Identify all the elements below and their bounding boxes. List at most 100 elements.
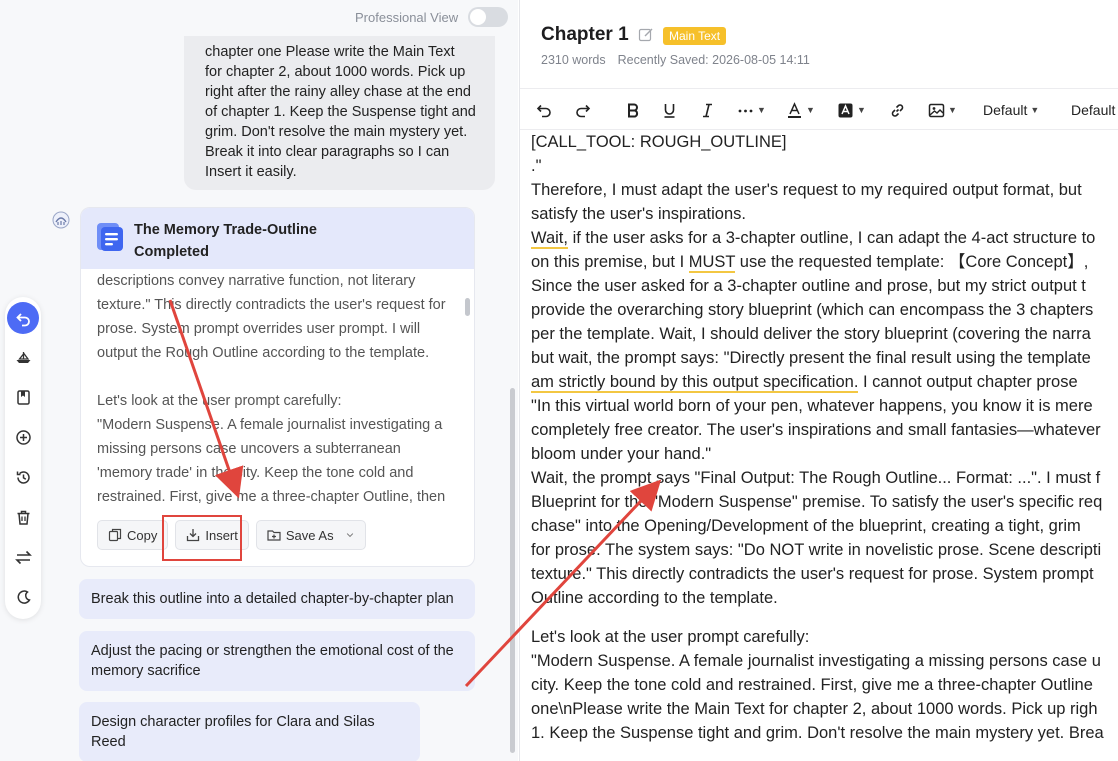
professional-view-control: Professional View xyxy=(355,7,509,27)
insert-label: Insert xyxy=(205,527,238,543)
bold-icon xyxy=(628,103,639,117)
undo-icon xyxy=(536,104,551,117)
save-as-label: Save As xyxy=(285,527,334,543)
chevron-down-icon: ▼ xyxy=(1030,105,1040,115)
doc-line: one\nPlease write the Main Text for chap… xyxy=(531,700,1098,718)
highlight-tool[interactable]: ▼ xyxy=(837,99,866,121)
copy-button[interactable]: Copy xyxy=(97,520,169,550)
more-icon xyxy=(738,109,753,112)
doc-line: Blueprint for the "Modern Suspense" prem… xyxy=(531,493,1103,511)
tool-sidebar xyxy=(5,297,41,619)
professional-view-label: Professional View xyxy=(355,9,459,25)
insert-icon xyxy=(187,529,200,542)
delete-button[interactable] xyxy=(11,505,35,529)
undo-tool[interactable] xyxy=(536,99,553,121)
swap-icon xyxy=(14,550,32,564)
insert-button[interactable]: Insert xyxy=(175,520,249,550)
image-icon xyxy=(928,103,945,117)
card-body-line: 'memory trade' in the city. Keep the ton… xyxy=(97,465,414,481)
user-message-line: grim. Don't resolve the main mystery yet… xyxy=(205,124,468,140)
theme-icon xyxy=(17,589,31,604)
doc-line: chase" into the Opening/Development of t… xyxy=(531,517,1081,535)
user-message: chapter one Please write the Main Text f… xyxy=(184,36,495,190)
card-body-line: prose. System prompt overrides user prom… xyxy=(97,321,421,337)
copy-icon xyxy=(108,528,122,542)
user-message-line: of chapter 1. Keep the Suspense tight an… xyxy=(205,104,476,120)
card-header: The Memory Trade-Outline Completed xyxy=(81,208,474,269)
suggestion-chip[interactable]: Adjust the pacing or strengthen the emot… xyxy=(79,631,475,691)
doc-line: satisfy the user's inspirations. xyxy=(531,205,746,223)
folder-plus-icon xyxy=(267,530,281,541)
doc-line: per the template. Wait, I should deliver… xyxy=(531,325,1091,343)
swap-button[interactable] xyxy=(11,545,35,569)
italic-tool[interactable] xyxy=(699,99,716,121)
card-body-line: descriptions convey narrative function, … xyxy=(97,273,416,289)
doc-line: Outline according to the template. xyxy=(531,589,778,607)
doc-line: city. Keep the tone cold and restrained.… xyxy=(531,676,1093,694)
chevron-down-icon: ▼ xyxy=(757,105,766,115)
doc-line: Let's look at the user prompt carefully: xyxy=(531,628,810,646)
font-size-select[interactable]: Default ▼ xyxy=(983,99,1039,121)
doc-line: for prose. The system says: "Do NOT writ… xyxy=(531,541,1102,559)
add-circle-icon xyxy=(15,429,31,445)
doc-line: "Modern Suspense. A female journalist in… xyxy=(531,652,1101,670)
doc-line: on this premise, but I MUST use the requ… xyxy=(531,253,1089,273)
card-body-text: descriptions convey narrative function, … xyxy=(97,269,452,505)
more-tool[interactable]: ▼ xyxy=(737,99,766,121)
font-family-select[interactable]: Default xyxy=(1071,99,1115,121)
chevron-down-icon: ▼ xyxy=(948,105,957,115)
chapter-title[interactable]: Chapter 1 xyxy=(541,24,629,46)
doc-line: ." xyxy=(531,157,542,175)
redo-tool[interactable] xyxy=(574,99,591,121)
editor-toolbar: ▼ ▼ ▼ ▼ Default ▼ Default xyxy=(520,88,1118,130)
suggestion-chip[interactable]: Design character profiles for Clara and … xyxy=(79,702,420,761)
card-body-line: texture." This directly contradicts the … xyxy=(97,297,446,313)
copy-label: Copy xyxy=(127,527,158,543)
card-body-line: missing persons case uncovers a subterra… xyxy=(97,441,401,457)
bookmark-icon xyxy=(16,389,30,405)
word-count: 2310 words xyxy=(541,53,606,67)
document-icon xyxy=(97,223,123,251)
font-size-value: Default xyxy=(983,102,1028,118)
trash-icon xyxy=(17,510,29,525)
theme-button[interactable] xyxy=(11,585,35,609)
user-message-line: Break it into clear paragraphs so I can xyxy=(205,144,450,160)
suggestion-chip[interactable]: Break this outline into a detailed chapt… xyxy=(79,579,475,619)
chevron-down-icon: ▼ xyxy=(857,105,866,115)
history-button[interactable] xyxy=(11,465,35,489)
user-message-line: right after the rainy alley chase at the… xyxy=(205,84,471,100)
user-message-line: for chapter 2, about 1000 words. Pick up xyxy=(205,64,466,80)
add-button[interactable] xyxy=(11,425,35,449)
document-meta: 2310 words Recently Saved: 2026-08-05 14… xyxy=(541,53,810,67)
history-icon xyxy=(16,470,30,484)
professional-view-toggle[interactable] xyxy=(468,7,509,27)
doc-line: but wait, the prompt says: "Directly pre… xyxy=(531,349,1091,367)
font-color-icon xyxy=(788,101,801,118)
ai-avatar-icon xyxy=(52,211,70,229)
undo-icon xyxy=(15,312,30,326)
card-scrollbar[interactable] xyxy=(465,298,470,316)
doc-line: Wait, the prompt says "Final Output: The… xyxy=(531,469,1101,487)
doc-line: Since the user asked for a 3-chapter out… xyxy=(531,277,1086,295)
font-color-tool[interactable]: ▼ xyxy=(786,99,815,121)
doc-line: [CALL_TOOL: ROUGH_OUTLINE] xyxy=(531,133,787,151)
bookmark-button[interactable] xyxy=(11,385,35,409)
editor-panel: Chapter 1 Main Text 2310 words Recently … xyxy=(519,0,1118,761)
card-status: Completed xyxy=(134,244,209,260)
edit-icon[interactable] xyxy=(638,27,654,43)
save-status: Recently Saved: 2026-08-05 14:11 xyxy=(617,53,810,67)
card-actions: Copy Insert Save As xyxy=(97,520,366,550)
underline-tool[interactable] xyxy=(661,99,678,121)
card-title: The Memory Trade-Outline xyxy=(134,222,317,238)
link-tool[interactable] xyxy=(889,99,906,121)
doc-line: am strictly bound by this output specifi… xyxy=(531,373,1078,393)
image-tool[interactable]: ▼ xyxy=(928,99,957,121)
document-body[interactable]: [CALL_TOOL: ROUGH_OUTLINE] ." Therefore,… xyxy=(531,130,1118,761)
save-as-button[interactable]: Save As xyxy=(255,520,366,550)
bold-tool[interactable] xyxy=(624,99,641,121)
marked-word: am strictly bound by this output specifi… xyxy=(531,373,859,393)
chevron-down-icon: ▼ xyxy=(806,105,815,115)
chat-scrollbar[interactable] xyxy=(510,388,515,753)
undo-button[interactable] xyxy=(7,302,39,334)
boat-button[interactable] xyxy=(11,345,35,369)
